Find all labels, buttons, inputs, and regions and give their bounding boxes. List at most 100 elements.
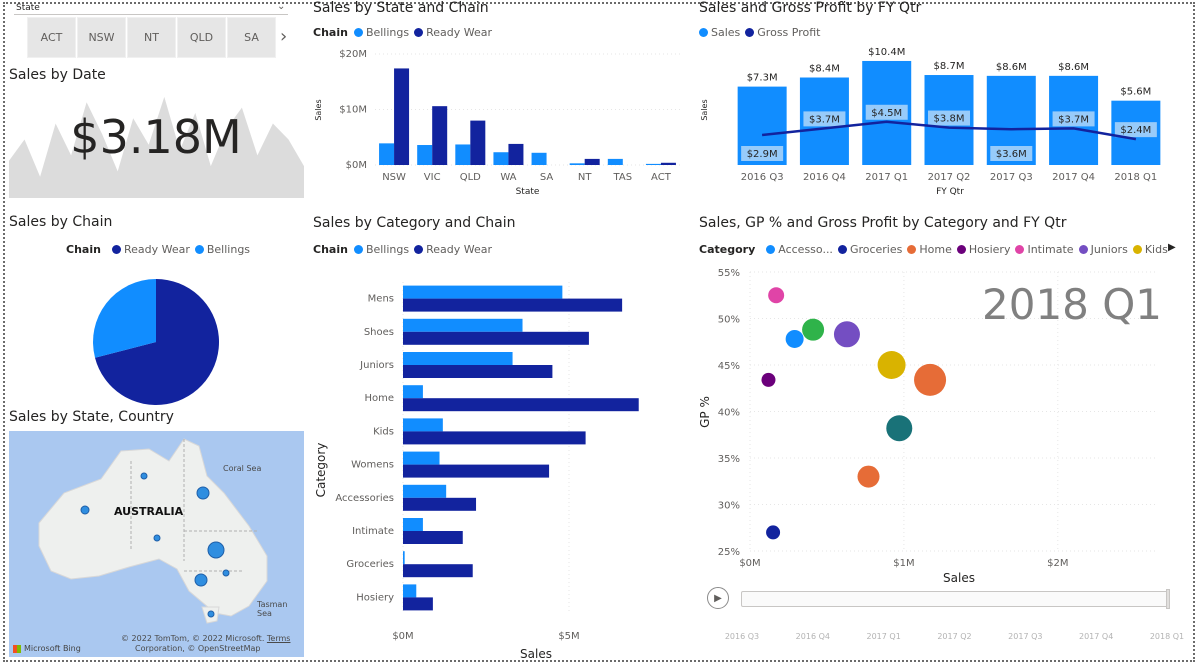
play-axis-tick-label[interactable]: 2017 Q2 xyxy=(930,632,980,641)
legend-item-groceries[interactable]: Groceries xyxy=(850,243,902,256)
bar-sa-bellings xyxy=(531,152,547,165)
play-axis-tick-label[interactable]: 2018 Q1 xyxy=(1142,632,1192,641)
bar-juniors-ready-wear xyxy=(403,365,553,378)
legend-dot xyxy=(907,245,917,254)
map-bubble-qld[interactable] xyxy=(196,486,210,500)
legend-item-kids[interactable]: Kids xyxy=(1145,243,1168,256)
scatter-frame-label: 2018 Q1 xyxy=(982,280,1163,329)
data-label-gross-profit: $3.7M xyxy=(1058,114,1089,125)
y-tick-label: $20M xyxy=(339,49,367,60)
y-tick-label: 55% xyxy=(718,268,740,279)
bar-nsw-ready-wear xyxy=(394,68,410,165)
data-label-gross-profit: $2.9M xyxy=(747,149,778,160)
legend-next-arrow-icon[interactable]: ▶ xyxy=(1168,242,1176,253)
map-bubble-tas[interactable] xyxy=(207,610,215,618)
legend-item-bellings[interactable]: Bellings xyxy=(366,26,409,39)
legend-item-bellings[interactable]: Bellings xyxy=(366,243,409,256)
play-axis-tick-label[interactable]: 2016 Q3 xyxy=(717,632,767,641)
map-bubble-sa[interactable] xyxy=(153,534,161,542)
play-axis-tick-label[interactable]: 2017 Q3 xyxy=(1000,632,1050,641)
legend-item-intimate[interactable]: Intimate xyxy=(1027,243,1073,256)
terms-link[interactable]: Terms xyxy=(267,634,291,643)
bing-text: Microsoft Bing xyxy=(24,644,81,653)
x-tick-label: $0M xyxy=(739,558,760,569)
attribution-text: © 2022 TomTom, © 2022 Microsoft xyxy=(121,634,262,643)
map-bubble-act[interactable] xyxy=(222,569,230,577)
sales-gp-qtr-title: Sales and Gross Profit by FY Qtr xyxy=(699,0,922,16)
chevron-right-icon[interactable]: › xyxy=(280,26,287,47)
sales-gp-legend: Sales Gross Profit xyxy=(699,26,820,39)
australia-map[interactable]: AUSTRALIA Coral Sea Tasman Sea © 2022 To… xyxy=(9,431,304,657)
sales-kpi-value: $3.18M xyxy=(70,110,242,164)
x-tick-label: 2017 Q1 xyxy=(865,172,908,183)
slicer-tile-sa[interactable]: SA xyxy=(227,17,276,58)
map-sea-label: Tasman Sea xyxy=(257,600,288,618)
play-axis-track[interactable] xyxy=(741,591,1168,607)
y-tick-label: Mens xyxy=(368,294,394,305)
chevron-down-icon[interactable]: ⌄ xyxy=(277,1,285,12)
legend-item-bellings[interactable]: Bellings xyxy=(207,243,250,256)
play-axis-tick-label[interactable]: 2017 Q4 xyxy=(1071,632,1121,641)
map-bubble-vic[interactable] xyxy=(194,573,208,587)
legend-item-accesso[interactable]: Accesso... xyxy=(778,243,833,256)
scatter-title: Sales, GP % and Gross Profit by Category… xyxy=(699,215,1067,231)
play-axis-tick-label[interactable]: 2016 Q4 xyxy=(788,632,838,641)
y-axis-title: Sales xyxy=(314,99,323,120)
legend-item-ready-wear[interactable]: Ready Wear xyxy=(426,243,492,256)
bar-wa-ready-wear xyxy=(508,143,524,165)
scatter-point-accessories xyxy=(785,329,804,348)
y-axis-title: GP % xyxy=(698,396,712,428)
microsoft-logo-icon xyxy=(13,644,21,653)
x-tick-label: 2016 Q3 xyxy=(741,172,784,183)
bar-tas-bellings xyxy=(607,158,623,165)
legend-item-sales[interactable]: Sales xyxy=(711,26,740,39)
data-label-gross-profit: $4.5M xyxy=(871,108,902,119)
play-axis-handle[interactable] xyxy=(1166,589,1170,609)
legend-item-hosiery[interactable]: Hosiery xyxy=(969,243,1011,256)
slicer-tile-qld[interactable]: QLD xyxy=(177,17,226,58)
data-label-sales: $7.3M xyxy=(747,73,778,84)
bar-qld-bellings xyxy=(455,144,471,165)
bar-vic-ready-wear xyxy=(432,106,448,165)
legend-dot-ready-wear xyxy=(111,245,121,254)
x-axis-title: State xyxy=(516,187,540,197)
sales-by-chain-title: Sales by Chain xyxy=(9,214,113,230)
state-chain-bar-chart: $0M $10M $20M NSW VIC QLD WA SA NT TAS ACT State Sal… xyxy=(314,49,680,197)
data-label-sales: $8.4M xyxy=(809,64,840,75)
x-tick-label: 2017 Q3 xyxy=(990,172,1033,183)
x-axis-title: FY Qtr xyxy=(936,187,964,197)
x-tick-label: 2018 Q1 xyxy=(1114,172,1157,183)
bar-intimate-ready-wear xyxy=(403,531,463,544)
legend-dot-bellings xyxy=(194,245,204,254)
slicer-tile-nt[interactable]: NT xyxy=(127,17,176,58)
map-bubble-nt[interactable] xyxy=(140,472,148,480)
y-tick-label: 40% xyxy=(718,408,740,419)
legend-item-gross-profit[interactable]: Gross Profit xyxy=(757,26,820,39)
map-bubble-wa[interactable] xyxy=(80,505,90,515)
legend-item-home[interactable]: Home xyxy=(919,243,951,256)
state-slicer-label: State xyxy=(16,3,40,13)
bar-groceries-ready-wear xyxy=(403,564,473,578)
map-bubble-nsw[interactable] xyxy=(207,541,225,559)
data-label-sales: $8.7M xyxy=(934,61,965,72)
slicer-tile-act[interactable]: ACT xyxy=(27,17,76,58)
legend-dot-gross-profit xyxy=(745,28,755,37)
category-chain-title: Sales by Category and Chain xyxy=(313,215,516,231)
bar-act-ready-wear xyxy=(660,162,676,165)
slicer-tile-nsw[interactable]: NSW xyxy=(77,17,126,58)
bar-groceries-bellings xyxy=(403,551,405,565)
legend-dot xyxy=(1078,245,1088,254)
data-label-gross-profit: $3.8M xyxy=(934,114,965,125)
legend-item-ready-wear[interactable]: Ready Wear xyxy=(124,243,190,256)
scatter-point-shoes xyxy=(802,318,825,341)
legend-item-ready-wear[interactable]: Ready Wear xyxy=(426,26,492,39)
y-tick-label: 45% xyxy=(718,361,740,372)
play-axis-tick-label[interactable]: 2017 Q1 xyxy=(859,632,909,641)
scatter-point-womens xyxy=(857,465,880,488)
x-tick-label: VIC xyxy=(424,172,441,183)
x-axis-title: Sales xyxy=(943,571,975,585)
play-icon[interactable]: ▶ xyxy=(707,587,729,609)
legend-item-juniors[interactable]: Juniors xyxy=(1091,243,1128,256)
bar-home-bellings xyxy=(403,385,423,399)
legend-dot-sales xyxy=(699,28,708,37)
